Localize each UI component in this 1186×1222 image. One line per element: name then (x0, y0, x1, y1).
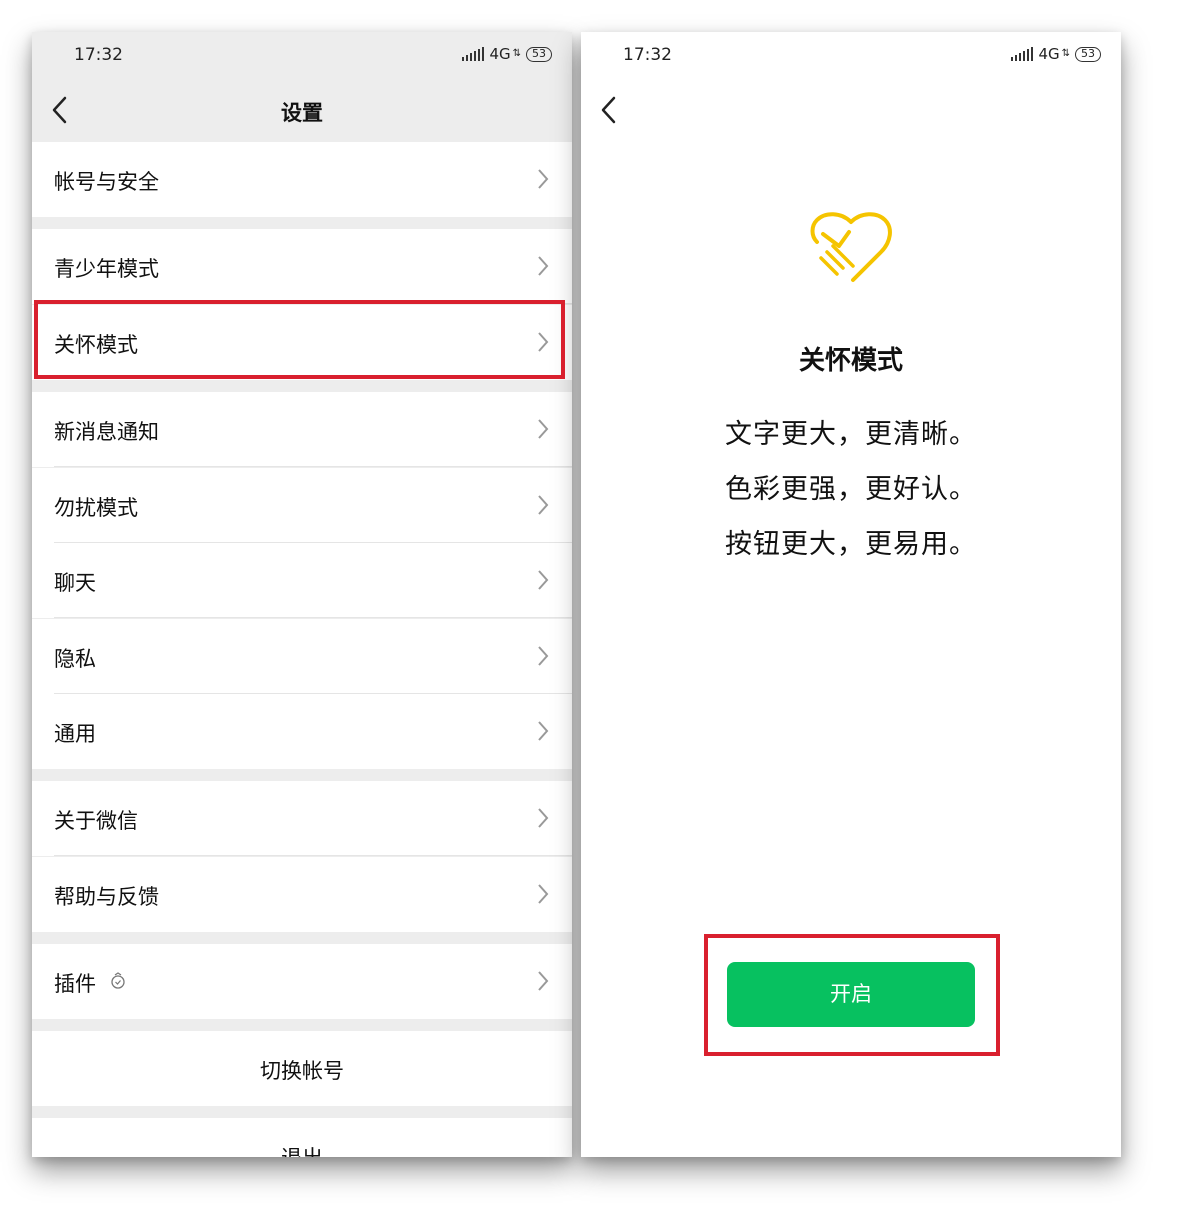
settings-item-help-feedback[interactable]: 帮助与反馈 (32, 857, 572, 932)
divider (54, 303, 572, 304)
settings-item-label: 帐号与安全 (54, 170, 159, 194)
chevron-right-icon (536, 416, 550, 442)
settings-item-care-mode[interactable]: 关怀模式 (32, 305, 572, 380)
settings-item-label: 关于微信 (54, 809, 138, 833)
page-title: 设置 (281, 101, 323, 125)
settings-item-plugins[interactable]: 插件 (32, 944, 572, 1019)
divider (54, 855, 572, 856)
chevron-right-icon (536, 881, 550, 907)
battery-icon: 53 (1075, 46, 1101, 62)
settings-item-account-security[interactable]: 帐号与安全 (32, 142, 572, 217)
logout-button[interactable]: 退出 (32, 1118, 572, 1157)
care-feature-line: 文字更大，更清晰。 (725, 419, 977, 450)
chevron-right-icon (536, 643, 550, 669)
nav-bar (581, 80, 1121, 142)
status-time: 17:32 (623, 45, 672, 65)
chevron-right-icon (536, 492, 550, 518)
status-bar: 17:32 4G ⇅ 53 (581, 32, 1121, 80)
settings-item-label: 隐私 (54, 647, 96, 671)
settings-item-teen-mode[interactable]: 青少年模式 (32, 229, 572, 304)
data-arrows-icon: ⇅ (512, 48, 521, 59)
settings-item-label: 帮助与反馈 (54, 885, 159, 909)
settings-item-notifications[interactable]: 新消息通知 (32, 392, 572, 467)
network-type: 4G (489, 45, 511, 63)
status-time: 17:32 (74, 45, 123, 65)
status-bar: 17:32 4G ⇅ 53 (32, 32, 572, 80)
divider (54, 466, 572, 467)
chevron-right-icon (536, 253, 550, 279)
settings-item-general[interactable]: 通用 (32, 694, 572, 769)
network-type: 4G (1038, 45, 1060, 63)
chevron-right-icon (536, 166, 550, 192)
chevron-right-icon (536, 329, 550, 355)
data-arrows-icon: ⇅ (1061, 48, 1070, 59)
settings-item-do-not-disturb[interactable]: 勿扰模式 (32, 468, 572, 543)
signal-icon (462, 47, 485, 61)
care-feature-line: 按钮更大，更易用。 (725, 529, 977, 560)
plugin-badge-icon (110, 972, 126, 990)
switch-account-button[interactable]: 切换帐号 (32, 1031, 572, 1106)
care-mode-screen: 17:32 4G ⇅ 53 关怀模式 文字更大，更清晰。 色彩更强，更好认。 按… (581, 32, 1121, 1157)
signal-icon (1011, 47, 1034, 61)
chevron-right-icon (536, 567, 550, 593)
enable-button[interactable]: 开启 (727, 962, 975, 1027)
settings-item-label: 聊天 (54, 571, 96, 595)
settings-item-label: 通用 (54, 722, 96, 746)
switch-account-label: 切换帐号 (260, 1059, 344, 1083)
battery-icon: 53 (526, 46, 552, 62)
settings-item-chat[interactable]: 聊天 (32, 543, 572, 618)
back-arrow-icon (601, 96, 616, 124)
logout-label: 退出 (32, 1142, 572, 1157)
settings-item-label: 青少年模式 (54, 257, 159, 281)
back-button[interactable] (595, 92, 625, 128)
settings-item-label: 勿扰模式 (54, 496, 138, 520)
divider (54, 617, 572, 618)
care-hands-icon (809, 210, 893, 288)
settings-item-privacy[interactable]: 隐私 (32, 619, 572, 694)
settings-item-label: 新消息通知 (54, 420, 159, 444)
settings-screen: 17:32 4G ⇅ 53 设置 帐号与安全 青少年模式 关怀模式 新消息通知 … (32, 32, 572, 1157)
nav-bar: 设置 (32, 80, 572, 142)
settings-item-label: 插件 (54, 972, 96, 996)
settings-item-label: 关怀模式 (54, 333, 138, 357)
chevron-right-icon (536, 968, 550, 994)
chevron-right-icon (536, 805, 550, 831)
settings-item-about[interactable]: 关于微信 (32, 781, 572, 856)
care-feature-line: 色彩更强，更好认。 (725, 474, 977, 505)
chevron-right-icon (536, 718, 550, 744)
care-mode-title: 关怀模式 (798, 346, 903, 376)
